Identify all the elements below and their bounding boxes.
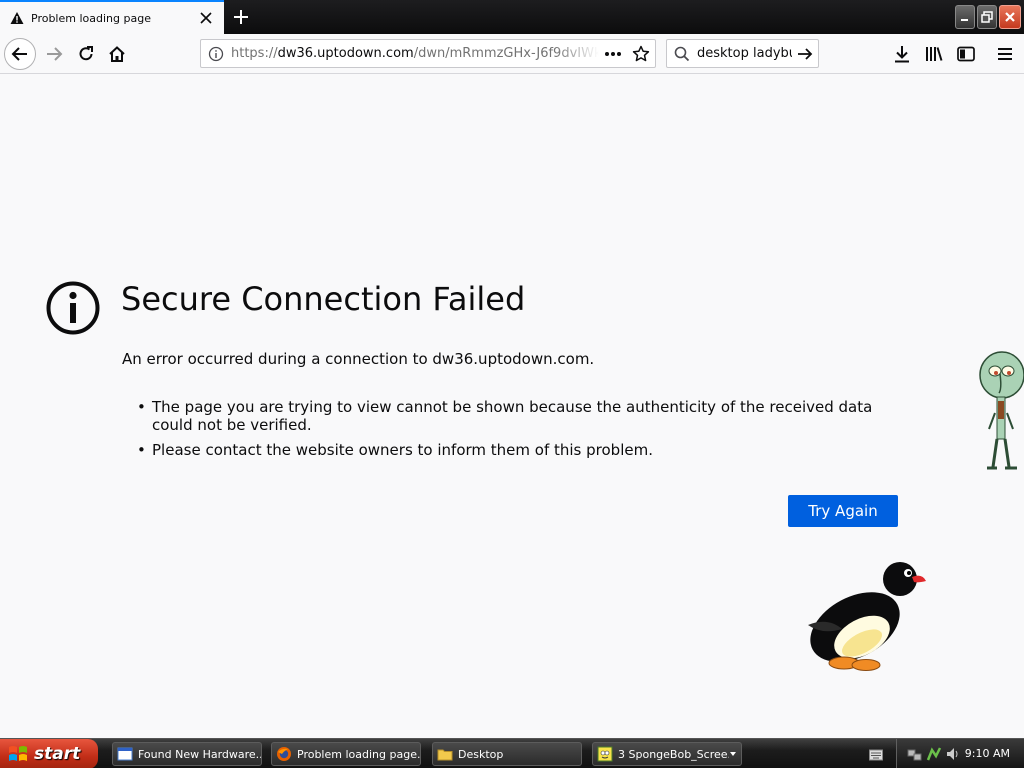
start-label: start	[34, 744, 81, 764]
minimize-icon	[961, 19, 968, 21]
firefox-icon	[277, 747, 291, 761]
spongebob-tray-icon[interactable]	[926, 746, 942, 762]
back-button[interactable]	[4, 38, 36, 70]
forward-button[interactable]	[38, 38, 70, 70]
url-host: dw36.uptodown.com	[277, 46, 414, 61]
taskbar-item-label: Desktop	[458, 747, 504, 761]
list-item: The page you are trying to view cannot b…	[137, 398, 882, 434]
windows-logo-icon	[9, 746, 27, 761]
search-bar[interactable]: desktop ladybug	[666, 39, 819, 68]
clock: 9:10 AM	[964, 747, 1010, 760]
search-go-arrow-icon[interactable]	[792, 46, 818, 62]
close-window-button[interactable]	[999, 5, 1021, 29]
restore-icon	[981, 11, 993, 23]
taskbar-item-problem-loading-page[interactable]: Problem loading page...	[271, 742, 421, 766]
tab-title: Problem loading page	[31, 11, 151, 25]
url-path: /dwn/mRmmzGHx-J6f9dvIWkE	[413, 46, 599, 61]
keyboard-icon[interactable]	[869, 749, 883, 761]
network-icon[interactable]	[907, 746, 923, 762]
url-scheme: https://	[231, 46, 278, 61]
sidebar-button[interactable]	[951, 38, 981, 70]
image-icon	[597, 746, 613, 762]
chevron-down-icon[interactable]	[729, 751, 737, 757]
volume-icon[interactable]	[945, 746, 961, 762]
page-actions-icon[interactable]	[599, 40, 627, 68]
minimize-button[interactable]	[955, 5, 975, 29]
sidebar-icon	[957, 46, 975, 62]
error-page: Secure Connection Failed An error occurr…	[0, 75, 1024, 738]
tab-strip: Problem loading page	[0, 0, 1024, 34]
reload-icon	[79, 46, 93, 61]
home-button[interactable]	[101, 38, 133, 70]
taskbar-item-found-new-hardware[interactable]: Found New Hardware...	[112, 742, 262, 766]
close-tab-icon[interactable]	[196, 8, 216, 28]
url-bar[interactable]: https://dw36.uptodown.com/dwn/mRmmzGHx-J…	[200, 39, 656, 68]
downloads-button[interactable]	[887, 38, 917, 70]
reload-button[interactable]	[70, 38, 102, 70]
penguin-cartoon-image	[808, 562, 926, 671]
menu-button[interactable]	[990, 38, 1020, 70]
back-arrow-icon	[11, 47, 27, 61]
navigation-toolbar: https://dw36.uptodown.com/dwn/mRmmzGHx-J…	[0, 34, 1024, 74]
bookmark-star-icon[interactable]	[627, 40, 655, 68]
error-details-list: The page you are trying to view cannot b…	[137, 398, 882, 466]
tab-problem-loading[interactable]: Problem loading page	[0, 0, 224, 34]
taskbar-item-desktop[interactable]: Desktop	[432, 742, 582, 766]
info-circle-icon	[45, 280, 101, 336]
url-text[interactable]: https://dw36.uptodown.com/dwn/mRmmzGHx-J…	[231, 46, 599, 61]
taskbar-item-spongebob-screensaver[interactable]: 3 SpongeBob_Scree...	[592, 742, 742, 766]
system-tray: 9:10 AM	[896, 739, 1024, 768]
search-icon	[667, 46, 697, 62]
hamburger-menu-icon	[998, 48, 1012, 60]
squidward-cartoon-image	[979, 351, 1024, 470]
plus-icon	[234, 10, 248, 24]
taskbar-item-label: Found New Hardware...	[138, 747, 261, 761]
error-description: An error occurred during a connection to…	[122, 350, 595, 368]
close-icon	[1005, 12, 1015, 22]
forward-arrow-icon	[47, 47, 63, 61]
restore-button[interactable]	[977, 5, 997, 29]
error-title: Secure Connection Failed	[121, 280, 526, 318]
start-button[interactable]: start	[0, 739, 98, 768]
search-input[interactable]: desktop ladybug	[697, 46, 792, 61]
list-item: Please contact the website owners to inf…	[137, 441, 882, 459]
taskbar: start Found New Hardware... Problem load…	[0, 738, 1024, 768]
taskbar-item-label: Problem loading page...	[297, 747, 420, 761]
window-icon	[117, 747, 133, 761]
library-button[interactable]	[919, 38, 949, 70]
home-icon	[109, 46, 125, 62]
warning-icon	[10, 11, 24, 25]
taskbar-item-label: 3 SpongeBob_Scree...	[618, 747, 729, 761]
library-icon	[926, 47, 943, 61]
new-tab-button[interactable]	[229, 5, 253, 29]
folder-icon	[437, 749, 453, 761]
download-arrow-icon	[895, 46, 909, 63]
try-again-button[interactable]: Try Again	[788, 495, 898, 527]
info-icon[interactable]	[201, 40, 231, 68]
